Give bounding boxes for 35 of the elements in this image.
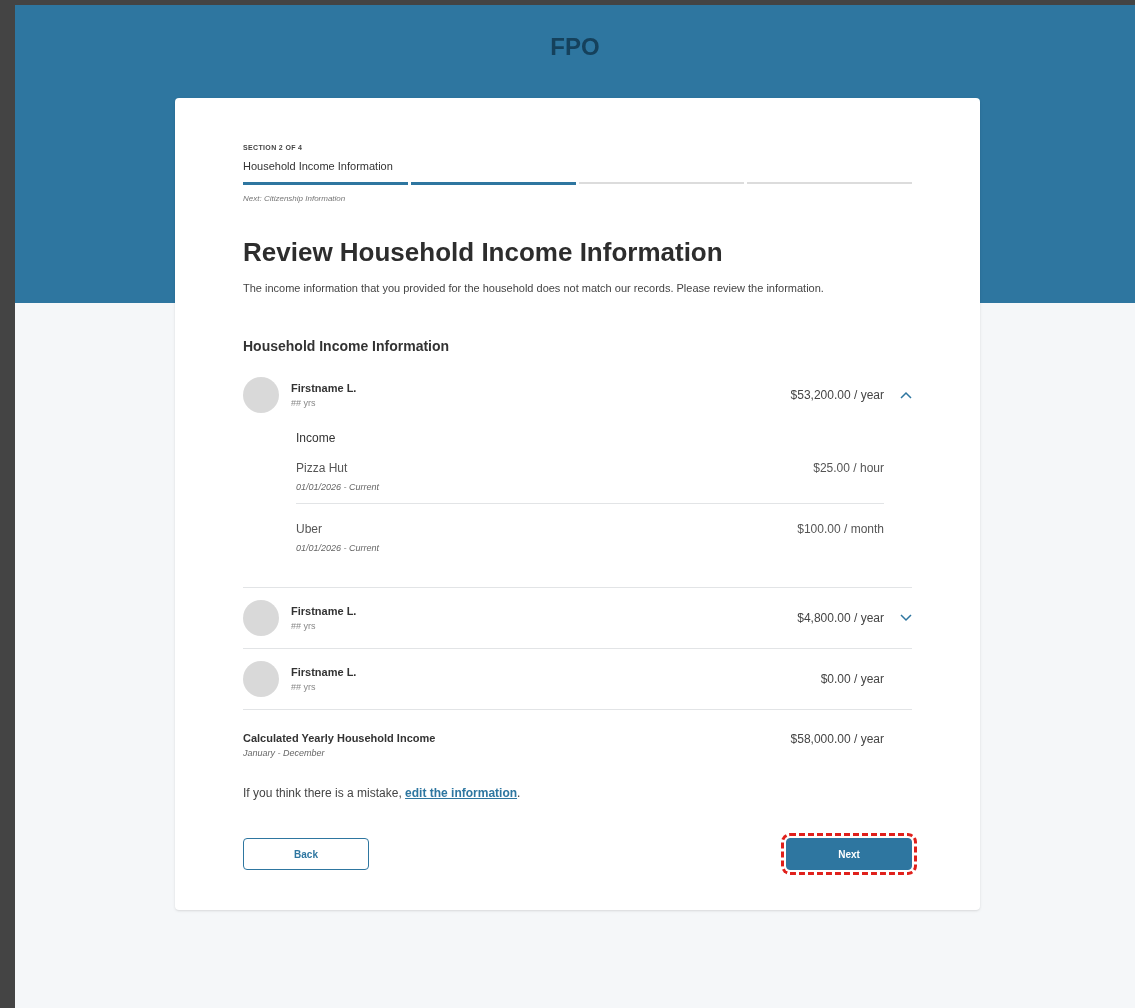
income-source: Pizza Hut — [296, 460, 349, 477]
member-name: Firstname L. — [291, 604, 357, 619]
chevron-up-icon[interactable] — [900, 391, 912, 399]
total-income: $58,000.00 / year — [790, 731, 884, 748]
member-row[interactable]: Firstname L. ## yrs $0.00 / year — [243, 649, 912, 710]
member-age: ## yrs — [291, 619, 317, 633]
member-row[interactable]: Firstname L. ## yrs $53,200.00 / year Income Pizza Hut 01/01/2026 - Current $25.00 / hour Uber 01/01/2026 - Current $100.00 / month — [243, 365, 912, 588]
page-heading: Review Household Income Information — [243, 236, 724, 269]
member-income: $53,200.00 / year — [790, 387, 884, 404]
member-row[interactable]: Firstname L. ## yrs $4,800.00 / year — [243, 588, 912, 649]
income-amount: $25.00 / hour — [813, 460, 884, 477]
income-dates: 01/01/2026 - Current — [296, 541, 380, 555]
next-section-note: Next: Citizenship Information — [243, 193, 347, 205]
member-age: ## yrs — [291, 396, 317, 410]
member-name: Firstname L. — [291, 665, 357, 680]
member-age: ## yrs — [291, 680, 317, 694]
total-period: January - December — [243, 746, 326, 760]
intro-text: The income information that you provided for the household does not match our records. Please review the information. — [243, 281, 825, 296]
income-amount: $100.00 / month — [797, 520, 884, 538]
back-button[interactable]: Back — [243, 838, 369, 870]
member-name: Firstname L. — [291, 381, 357, 396]
income-dates: 01/01/2026 - Current — [296, 481, 380, 494]
income-source: Uber — [296, 520, 323, 538]
avatar — [243, 377, 279, 413]
member-income: $0.00 / year — [820, 671, 884, 688]
member-income: $4,800.00 / year — [797, 610, 884, 627]
avatar — [243, 661, 279, 697]
mistake-note: If you think there is a mistake, edit the information. — [243, 785, 522, 802]
banner-label: FPO — [550, 32, 600, 62]
total-label: Calculated Yearly Household Income — [243, 731, 436, 746]
income-heading: Income — [296, 430, 337, 447]
section-title: Household Income Information — [243, 158, 394, 174]
income-section-title: Household Income Information — [243, 337, 451, 356]
chevron-down-icon[interactable] — [900, 614, 912, 622]
avatar — [243, 600, 279, 636]
